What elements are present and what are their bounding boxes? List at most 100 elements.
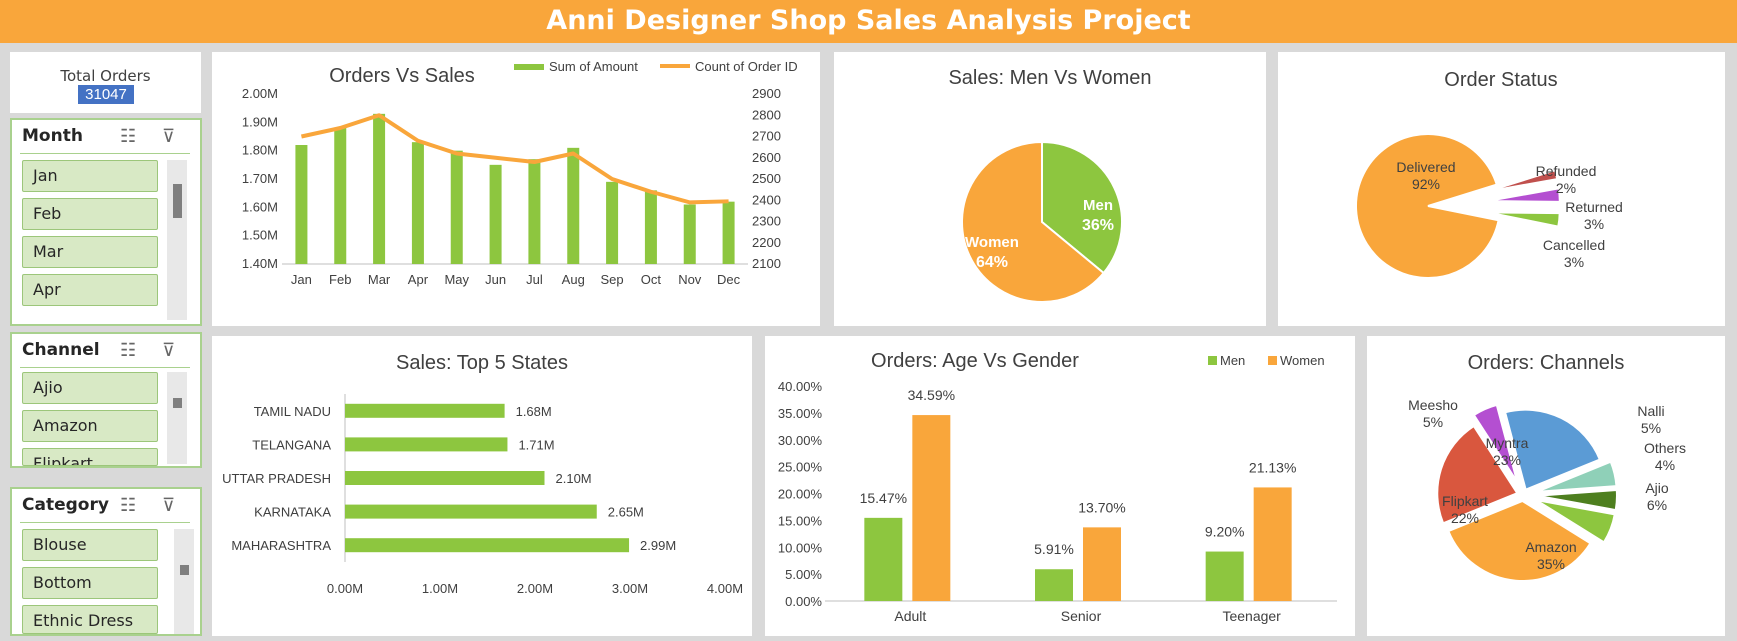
x-tick-label: Teenager bbox=[1222, 608, 1281, 624]
chart-title: Sales: Top 5 States bbox=[396, 352, 568, 374]
y-tick-label: 10.00% bbox=[778, 540, 823, 555]
bar-sum-of-amount bbox=[489, 164, 502, 264]
channel-scroll-thumb[interactable] bbox=[173, 398, 182, 408]
legend-label: Count of Order ID bbox=[695, 59, 798, 74]
x-tick-label: 1.00M bbox=[422, 581, 458, 596]
total-orders-label: Total Orders bbox=[60, 67, 151, 85]
x-tick-label: 3.00M bbox=[612, 581, 648, 596]
x-tick-label: Feb bbox=[329, 272, 351, 287]
legend-swatch-count-of-order-id bbox=[660, 64, 690, 68]
x-tick-label: Apr bbox=[408, 272, 429, 287]
pie-value-meesho: 5% bbox=[1423, 414, 1443, 430]
sales-men-women-panel: Sales: Men Vs Women Men 36% Women 64% bbox=[834, 52, 1266, 326]
month-item[interactable]: Jan bbox=[22, 160, 158, 192]
age-vs-gender-panel: Orders: Age Vs Gender 0.00% 5.00% 10.00% 15.… bbox=[765, 336, 1355, 636]
pie-value-nalli: 5% bbox=[1641, 420, 1661, 436]
channel-scrollbar[interactable] bbox=[167, 372, 187, 464]
bar-value-label: 34.59% bbox=[908, 387, 955, 403]
pie-label-others: Others bbox=[1644, 440, 1686, 456]
pie-label-women: Women bbox=[965, 234, 1019, 251]
slicer-divider bbox=[20, 367, 190, 368]
bar-sum-of-amount bbox=[411, 142, 424, 264]
pie-label-men: Men bbox=[1083, 197, 1113, 214]
clear-filter-icon[interactable]: ⊽ bbox=[162, 126, 175, 147]
y-right-tick-label: 2500 bbox=[752, 171, 781, 186]
total-orders-value: 31047 bbox=[78, 85, 134, 104]
bar-value-label: 2.99M bbox=[640, 538, 676, 553]
y-left-tick-label: 1.80M bbox=[242, 143, 278, 158]
y-right-tick-label: 2400 bbox=[752, 192, 781, 207]
legend-label: Men bbox=[1220, 353, 1245, 368]
category-item[interactable]: Ethnic Dress bbox=[22, 605, 158, 634]
bar-sum-of-amount bbox=[644, 190, 657, 264]
pie-value-amazon: 35% bbox=[1537, 556, 1565, 572]
y-tick-label: 30.00% bbox=[778, 433, 823, 448]
month-scroll-thumb[interactable] bbox=[173, 184, 182, 218]
month-item[interactable]: Feb bbox=[22, 198, 158, 230]
y-right-tick-label: 2200 bbox=[752, 235, 781, 250]
y-tick-label: 0.00% bbox=[785, 594, 822, 609]
legend-swatch-women bbox=[1268, 356, 1277, 365]
bar-sum-of-amount bbox=[373, 113, 386, 264]
x-tick-label: 2.00M bbox=[517, 581, 553, 596]
orders-channels-panel: Orders: Channels Myntra 23% Nalli 5% Others 4%… bbox=[1367, 336, 1725, 636]
category-item[interactable]: Bottom bbox=[22, 567, 158, 599]
bar-men bbox=[1035, 569, 1073, 601]
month-item[interactable]: Mar bbox=[22, 236, 158, 268]
channel-item[interactable]: Ajio bbox=[22, 372, 158, 404]
x-tick-label: Senior bbox=[1061, 608, 1102, 624]
multi-select-icon[interactable]: ☷ bbox=[120, 340, 136, 361]
pie-value-ajio: 6% bbox=[1647, 497, 1667, 513]
legend-label: Women bbox=[1280, 353, 1325, 368]
clear-filter-icon[interactable]: ⊽ bbox=[162, 340, 175, 361]
order-status-chart: Order Status Delivered92% Refunded2% Return… bbox=[1355, 69, 1623, 280]
bar-state bbox=[345, 403, 505, 418]
y-tick-label: 35.00% bbox=[778, 406, 823, 421]
category-scrollbar[interactable] bbox=[174, 529, 194, 634]
slicer-divider bbox=[20, 522, 190, 523]
y-tick-label: 15.00% bbox=[778, 513, 823, 528]
channel-slicer-header: Channel bbox=[22, 340, 100, 360]
y-right-tick-label: 2800 bbox=[752, 107, 781, 122]
x-tick-label: Oct bbox=[641, 272, 662, 287]
channel-slicer: Channel ☷ ⊽ Ajio Amazon Flipkart bbox=[10, 332, 202, 468]
pie-value-refunded: 2% bbox=[1556, 180, 1576, 196]
multi-select-icon[interactable]: ☷ bbox=[120, 495, 136, 516]
y-tick-label: 20.00% bbox=[778, 487, 823, 502]
legend-label: Sum of Amount bbox=[549, 59, 638, 74]
pie-value-delivered: 92% bbox=[1412, 176, 1440, 192]
bar-women bbox=[1253, 487, 1292, 601]
dashboard-title: Anni Designer Shop Sales Analysis Projec… bbox=[0, 0, 1737, 43]
channel-item[interactable]: Flipkart bbox=[22, 448, 158, 466]
month-scrollbar[interactable] bbox=[167, 160, 187, 320]
category-scroll-thumb[interactable] bbox=[180, 565, 189, 575]
top5-states-chart: Sales: Top 5 States TAMIL NADU 1.68M TELANG… bbox=[222, 352, 743, 596]
x-tick-label: May bbox=[444, 272, 469, 287]
category-slicer-header: Category bbox=[22, 495, 109, 515]
y-left-tick-label: 1.40M bbox=[242, 256, 278, 271]
y-tick-label: KARNATAKA bbox=[254, 505, 331, 520]
bar-women bbox=[912, 415, 951, 601]
x-tick-label: Aug bbox=[562, 272, 585, 287]
orders-vs-sales-panel: Orders Vs Sales 1.40M 1.50M 1.60M 1.70M 1.80M… bbox=[212, 52, 820, 326]
category-item[interactable]: Blouse bbox=[22, 529, 158, 561]
bar-women bbox=[1083, 527, 1121, 601]
legend-swatch-men bbox=[1208, 356, 1217, 365]
bar-sum-of-amount bbox=[606, 181, 619, 264]
month-item[interactable]: Apr bbox=[22, 274, 158, 306]
clear-filter-icon[interactable]: ⊽ bbox=[162, 495, 175, 516]
pie-value-returned: 3% bbox=[1584, 216, 1604, 232]
bar-men bbox=[1205, 551, 1244, 601]
pie-value-others: 4% bbox=[1655, 457, 1675, 473]
sales-men-women-chart: Sales: Men Vs Women Men 36% Women 64% bbox=[948, 67, 1152, 303]
pie-label-delivered: Delivered bbox=[1396, 159, 1455, 175]
chart-title: Orders: Channels bbox=[1468, 352, 1625, 374]
y-left-tick-label: 2.00M bbox=[242, 86, 278, 101]
y-tick-label: 40.00% bbox=[778, 379, 823, 394]
pie-label-ajio: Ajio bbox=[1645, 480, 1669, 496]
x-tick-label: Mar bbox=[368, 272, 391, 287]
total-orders-card: Total Orders 31047 bbox=[10, 52, 201, 113]
channel-item[interactable]: Amazon bbox=[22, 410, 158, 442]
multi-select-icon[interactable]: ☷ bbox=[120, 126, 136, 147]
pie-label-cancelled: Cancelled bbox=[1543, 237, 1605, 253]
